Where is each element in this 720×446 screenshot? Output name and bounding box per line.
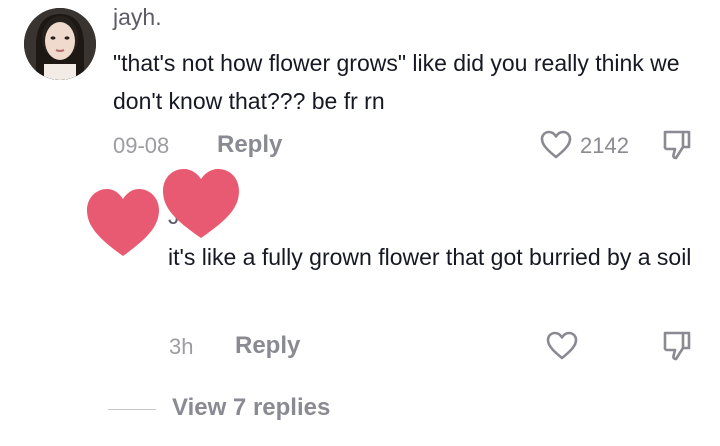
comment-date: 09-08 bbox=[113, 133, 170, 158]
thumbs-down-icon[interactable] bbox=[662, 330, 692, 362]
comment-text: "that's not how flower grows" like did y… bbox=[113, 50, 680, 114]
commenter-avatar[interactable] bbox=[24, 8, 96, 80]
reply-time: 3h bbox=[169, 334, 194, 359]
comment-username[interactable]: jayh. bbox=[113, 4, 162, 31]
comment-like-count: 2142 bbox=[580, 133, 629, 158]
thread-divider bbox=[108, 409, 156, 410]
heart-outline-icon[interactable] bbox=[546, 331, 578, 361]
heart-sticker bbox=[84, 186, 162, 265]
view-replies-button[interactable]: View 7 replies bbox=[172, 394, 330, 422]
reply-text: it's like a fully grown flower that got … bbox=[168, 244, 692, 270]
thumbs-down-icon[interactable] bbox=[662, 129, 692, 161]
heart-outline-icon[interactable] bbox=[540, 130, 572, 160]
comment-reply-button[interactable]: Reply bbox=[217, 131, 282, 159]
reply-reply-button[interactable]: Reply bbox=[235, 332, 300, 360]
heart-sticker bbox=[160, 166, 242, 247]
